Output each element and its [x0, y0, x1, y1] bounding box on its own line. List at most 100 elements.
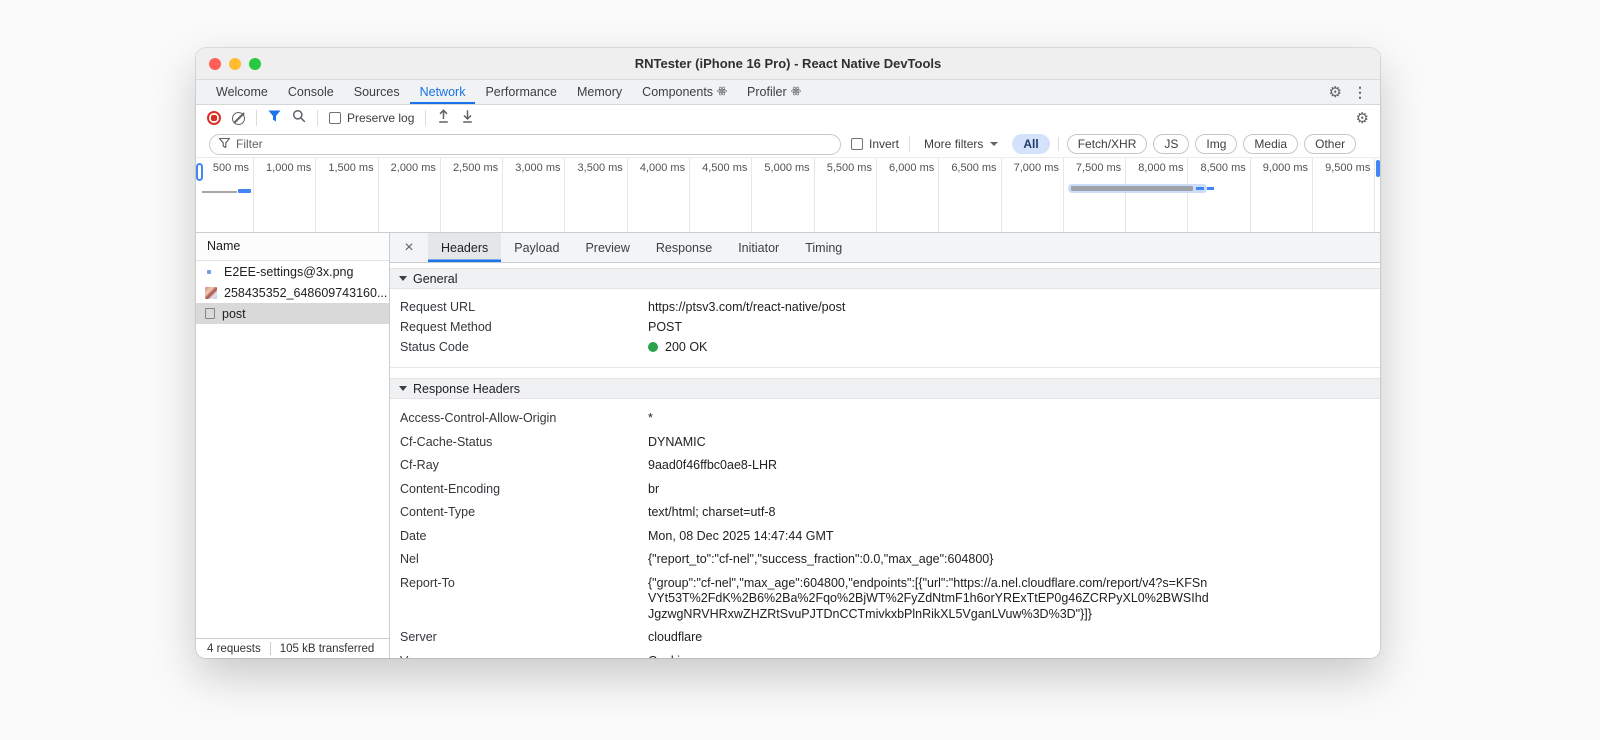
request-row-258435352[interactable]: 258435352_648609743160... — [196, 282, 389, 303]
search-icon[interactable] — [292, 109, 306, 128]
filter-chip-all[interactable]: All — [1012, 134, 1050, 154]
toolbar-divider — [425, 110, 427, 126]
timeline-tick: 9,000 ms — [1251, 158, 1314, 232]
document-icon — [205, 308, 215, 319]
chevron-down-icon — [990, 142, 999, 146]
network-content: Name E2EE-settings@3x.png 258435352_6486… — [196, 233, 1380, 658]
name-column-header[interactable]: Name — [196, 233, 389, 261]
timeline-tick: 500 ms — [196, 158, 254, 232]
waterfall-bar-post-gray — [1071, 186, 1193, 191]
status-ok-dot-icon — [648, 342, 658, 352]
section-collapse-triangle-icon — [399, 386, 407, 391]
summary-divider — [269, 642, 271, 655]
detail-tab-timing[interactable]: Timing — [792, 233, 855, 262]
timeline-tick: 7,500 ms — [1064, 158, 1127, 232]
section-collapse-triangle-icon — [399, 276, 407, 281]
header-row: Vary Cookie — [390, 650, 1380, 659]
network-overview-timeline[interactable]: 500 ms 1,000 ms 1,500 ms 2,000 ms 2,500 … — [196, 158, 1380, 233]
header-row: Cf-Cache-Status DYNAMIC — [400, 434, 706, 449]
network-settings-gear-icon[interactable]: ⚙ — [1356, 111, 1369, 126]
clear-network-log-button[interactable] — [232, 111, 245, 125]
requests-empty-area — [196, 324, 389, 638]
timeline-tick: 5,500 ms — [815, 158, 877, 232]
request-row-post[interactable]: post — [196, 303, 389, 324]
overview-right-drag-handle[interactable] — [1376, 160, 1380, 177]
detail-tab-bar: × Headers Payload Preview Response Initi… — [390, 233, 1380, 263]
filter-chip-js[interactable]: JS — [1153, 134, 1190, 154]
header-row: Access-Control-Allow-Origin * — [400, 411, 653, 425]
tab-welcome[interactable]: Welcome — [206, 80, 278, 104]
filter-input-container[interactable] — [209, 133, 841, 155]
tab-bar-actions: ⚙ ⋮ — [1329, 80, 1380, 104]
timeline-tick: 1,500 ms — [316, 158, 379, 232]
filter-funnel-icon[interactable] — [268, 109, 281, 127]
preserve-log-checkbox[interactable]: Preserve log — [329, 111, 414, 125]
header-row-request-url: Request URL https://ptsv3.com/t/react-na… — [400, 300, 846, 314]
detail-tab-headers[interactable]: Headers — [428, 233, 502, 262]
devtools-tab-bar: Welcome Console Sources Network Performa… — [196, 80, 1380, 105]
more-filters-dropdown[interactable]: More filters — [920, 137, 1002, 151]
network-filter-row: Invert More filters All Fetch/XHR JS Img… — [196, 131, 1380, 158]
tab-sources[interactable]: Sources — [344, 80, 410, 104]
export-har-icon[interactable] — [461, 109, 474, 128]
request-row-e2ee-settings[interactable]: E2EE-settings@3x.png — [196, 261, 389, 282]
traffic-lights — [209, 58, 261, 70]
header-row-request-method: Request Method POST — [400, 320, 683, 334]
timeline-tick: 7,000 ms — [1002, 158, 1064, 232]
timeline-tick: 4,500 ms — [690, 158, 753, 232]
waterfall-bar-early-gray — [202, 191, 237, 193]
header-row: Nel {"report_to":"cf-nel","success_fract… — [400, 552, 994, 566]
filter-chip-fetch-xhr[interactable]: Fetch/XHR — [1066, 134, 1148, 154]
tab-memory[interactable]: Memory — [567, 80, 632, 104]
response-headers-section-body: Access-Control-Allow-Origin * Cf-Cache-S… — [390, 399, 1380, 658]
filter-input[interactable] — [236, 137, 831, 151]
devtools-window: RNTester (iPhone 16 Pro) - React Native … — [196, 48, 1380, 658]
detail-tab-initiator[interactable]: Initiator — [725, 233, 792, 262]
general-section-body: Request URL https://ptsv3.com/t/react-na… — [390, 289, 1380, 368]
invert-checkbox[interactable]: Invert — [851, 137, 899, 151]
overview-left-drag-handle[interactable] — [196, 163, 203, 181]
header-row: Content-Type text/html; charset=utf-8 — [400, 505, 776, 519]
waterfall-bar-early-blue — [238, 189, 251, 193]
waterfall-bar-post-blue-dash — [1207, 187, 1214, 190]
detail-tab-payload[interactable]: Payload — [501, 233, 572, 262]
record-network-log-button[interactable] — [207, 111, 221, 125]
header-row: Cf-Ray 9aad0f46ffbc0ae8-LHR — [400, 458, 778, 472]
tab-network[interactable]: Network — [410, 80, 476, 104]
more-options-kebab-icon[interactable]: ⋮ — [1353, 85, 1367, 99]
preserve-log-label: Preserve log — [347, 111, 415, 125]
timeline-tick: 3,000 ms — [503, 158, 566, 232]
timeline-tick: 9,500 ms — [1313, 158, 1376, 232]
invert-label: Invert — [869, 137, 900, 151]
window-title: RNTester (iPhone 16 Pro) - React Native … — [634, 56, 942, 71]
image-thumbnail-icon — [205, 266, 217, 278]
transferred-size: 105 kB transferred — [279, 642, 375, 655]
requests-panel: Name E2EE-settings@3x.png 258435352_6486… — [196, 233, 390, 658]
tab-components[interactable]: Components — [632, 80, 737, 104]
import-har-icon[interactable] — [437, 108, 450, 128]
detail-tab-preview[interactable]: Preview — [572, 233, 642, 262]
timeline-tick: 6,500 ms — [939, 158, 1002, 232]
checkbox-box[interactable] — [329, 112, 341, 124]
tab-performance[interactable]: Performance — [475, 80, 567, 104]
chip-divider — [1057, 137, 1059, 151]
header-row: Date Mon, 08 Dec 2025 14:47:44 GMT — [400, 528, 834, 543]
close-window-button[interactable] — [209, 58, 221, 70]
react-atom-icon — [717, 85, 727, 99]
request-detail-panel: × Headers Payload Preview Response Initi… — [390, 233, 1380, 658]
general-section-header[interactable]: General — [390, 268, 1380, 289]
maximize-window-button[interactable] — [249, 58, 261, 70]
minimize-window-button[interactable] — [229, 58, 241, 70]
filter-divider — [909, 136, 911, 152]
close-detail-icon[interactable]: × — [390, 233, 428, 262]
settings-gear-icon[interactable]: ⚙ — [1329, 85, 1342, 100]
filter-chip-other[interactable]: Other — [1304, 134, 1357, 154]
filter-chip-media[interactable]: Media — [1243, 134, 1299, 154]
tab-console[interactable]: Console — [278, 80, 344, 104]
detail-tab-response[interactable]: Response — [643, 233, 725, 262]
filter-chip-img[interactable]: Img — [1195, 134, 1238, 154]
response-headers-section-header[interactable]: Response Headers — [390, 378, 1380, 399]
checkbox-box[interactable] — [851, 138, 863, 150]
timeline-tick: 6,000 ms — [877, 158, 940, 232]
tab-profiler[interactable]: Profiler — [737, 80, 811, 104]
